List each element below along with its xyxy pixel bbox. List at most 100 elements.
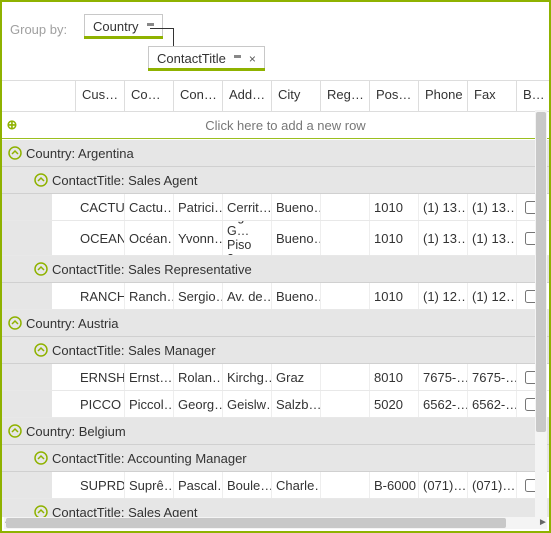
indent-column: [26, 81, 76, 111]
grid-app: Group by: Country ContactTitle × Cust… C…: [0, 0, 551, 533]
collapse-icon[interactable]: [32, 341, 50, 359]
column-header[interactable]: Cust…: [76, 81, 125, 111]
group-chip-contacttitle[interactable]: ContactTitle ×: [148, 46, 265, 69]
cell: (1) 13…: [468, 194, 517, 220]
cell: 6562-…: [419, 391, 468, 417]
column-header[interactable]: City: [272, 81, 321, 111]
column-header[interactable]: Com…: [125, 81, 174, 111]
group-row-country[interactable]: Country: Belgium: [2, 418, 549, 445]
group-chip-country[interactable]: Country: [84, 14, 163, 37]
cell: Ranch…: [125, 283, 174, 309]
group-row-contacttitle[interactable]: ContactTitle: Sales Agent: [2, 499, 549, 517]
column-header[interactable]: Phone: [419, 81, 468, 111]
column-header[interactable]: Addr…: [223, 81, 272, 111]
cell: (1) 13…: [419, 194, 468, 220]
cell: Kirchg…: [223, 364, 272, 390]
group-row-country[interactable]: Country: Argentina: [2, 140, 549, 167]
cell: Ernst…: [125, 364, 174, 390]
group-row-contacttitle[interactable]: ContactTitle: Sales Manager: [2, 337, 549, 364]
cell: Océan…: [125, 221, 174, 255]
cell: ERNSH: [76, 364, 125, 390]
cell: 7675-…: [468, 364, 517, 390]
group-by-label: Group by:: [10, 22, 67, 37]
group-row-contacttitle[interactable]: ContactTitle: Accounting Manager: [2, 445, 549, 472]
column-header-row: Cust… Com… Cont… Addr… City Regi… Post… …: [2, 80, 549, 112]
cell: (1) 12…: [419, 283, 468, 309]
cell: [321, 283, 370, 309]
group-row-contacttitle[interactable]: ContactTitle: Sales Representative: [2, 256, 549, 283]
grid-body: Country: Argentina ContactTitle: Sales Ag…: [2, 140, 549, 517]
add-row-icon: ⊕: [2, 117, 22, 133]
data-row[interactable]: ERNSHErnst…Rolan…Kirchg…Graz80107675-…76…: [2, 364, 549, 391]
cell: [321, 364, 370, 390]
scroll-right-icon[interactable]: ►: [537, 517, 549, 529]
collapse-icon[interactable]: [6, 422, 24, 440]
group-label: Country: Austria: [26, 316, 119, 331]
cell: [321, 472, 370, 498]
group-label: ContactTitle: Sales Agent: [52, 505, 198, 518]
collapse-icon[interactable]: [6, 144, 24, 162]
cell: Salzb…: [272, 391, 321, 417]
column-header[interactable]: Fax: [468, 81, 517, 111]
row-indicator: [52, 364, 76, 390]
group-label: ContactTitle: Sales Agent: [52, 173, 198, 188]
group-label: ContactTitle: Sales Representative: [52, 262, 252, 277]
row-indent: [2, 283, 52, 309]
data-row[interactable]: OCEANOcéan…Yvonn…Ing. G… Piso 2…Bueno…10…: [2, 221, 549, 256]
cell: Av. de…: [223, 283, 272, 309]
group-label: ContactTitle: Sales Manager: [52, 343, 216, 358]
group-by-panel: Group by: Country ContactTitle ×: [2, 2, 549, 80]
cell: (071)…: [419, 472, 468, 498]
group-label: Country: Argentina: [26, 146, 134, 161]
cell: 6562-…: [468, 391, 517, 417]
data-row[interactable]: RANCHRanch…Sergio…Av. de…Bueno…1010(1) 1…: [2, 283, 549, 310]
data-row[interactable]: PICCOPiccol…Georg…Geislw…Salzb…50206562-…: [2, 391, 549, 418]
group-row-contacttitle[interactable]: ContactTitle: Sales Agent: [2, 167, 549, 194]
cell: Piccol…: [125, 391, 174, 417]
scrollbar-thumb[interactable]: [536, 112, 546, 432]
group-label: ContactTitle: Accounting Manager: [52, 451, 247, 466]
collapse-icon[interactable]: [6, 314, 24, 332]
horizontal-scrollbar[interactable]: ◄ ►: [4, 517, 547, 529]
collapse-icon[interactable]: [32, 503, 50, 517]
collapse-icon[interactable]: [32, 260, 50, 278]
group-label: Country: Belgium: [26, 424, 126, 439]
data-row[interactable]: SUPRDSuprê…Pascal…Boule…Charle…B-6000(07…: [2, 472, 549, 499]
remove-group-icon[interactable]: ×: [249, 52, 256, 66]
data-row[interactable]: CACTUCactu…Patrici…Cerrit…Bueno…1010(1) …: [2, 194, 549, 221]
cell: Boule…: [223, 472, 272, 498]
cell: PICCO: [76, 391, 125, 417]
row-indent: [2, 472, 52, 498]
add-new-row[interactable]: ⊕ Click here to add a new row: [2, 112, 549, 139]
column-header[interactable]: Cont…: [174, 81, 223, 111]
group-chip-label: ContactTitle: [157, 51, 226, 66]
cell: OCEAN: [76, 221, 125, 255]
column-header[interactable]: Bo…: [517, 81, 547, 111]
column-header[interactable]: Post…: [370, 81, 419, 111]
row-indicator: [52, 194, 76, 220]
row-indent: [2, 391, 52, 417]
cell: [321, 221, 370, 255]
cell: SUPRD: [76, 472, 125, 498]
group-row-country[interactable]: Country: Austria: [2, 310, 549, 337]
cell: 7675-…: [419, 364, 468, 390]
cell: RANCH: [76, 283, 125, 309]
row-indent: [2, 221, 52, 255]
cell: (1) 13…: [419, 221, 468, 255]
column-header[interactable]: Regi…: [321, 81, 370, 111]
cell: Graz: [272, 364, 321, 390]
cell: [321, 391, 370, 417]
scrollbar-thumb[interactable]: [6, 518, 506, 528]
row-indicator: [52, 221, 76, 255]
collapse-icon[interactable]: [32, 449, 50, 467]
connector-line: [150, 28, 174, 29]
cell: (071)…: [468, 472, 517, 498]
cell: 1010: [370, 283, 419, 309]
cell: Sergio…: [174, 283, 223, 309]
cell: Ing. G… Piso 2…: [223, 221, 272, 255]
collapse-icon[interactable]: [32, 171, 50, 189]
cell: (1) 12…: [468, 283, 517, 309]
cell: Rolan…: [174, 364, 223, 390]
vertical-scrollbar[interactable]: [535, 110, 547, 517]
row-indent: [2, 364, 52, 390]
